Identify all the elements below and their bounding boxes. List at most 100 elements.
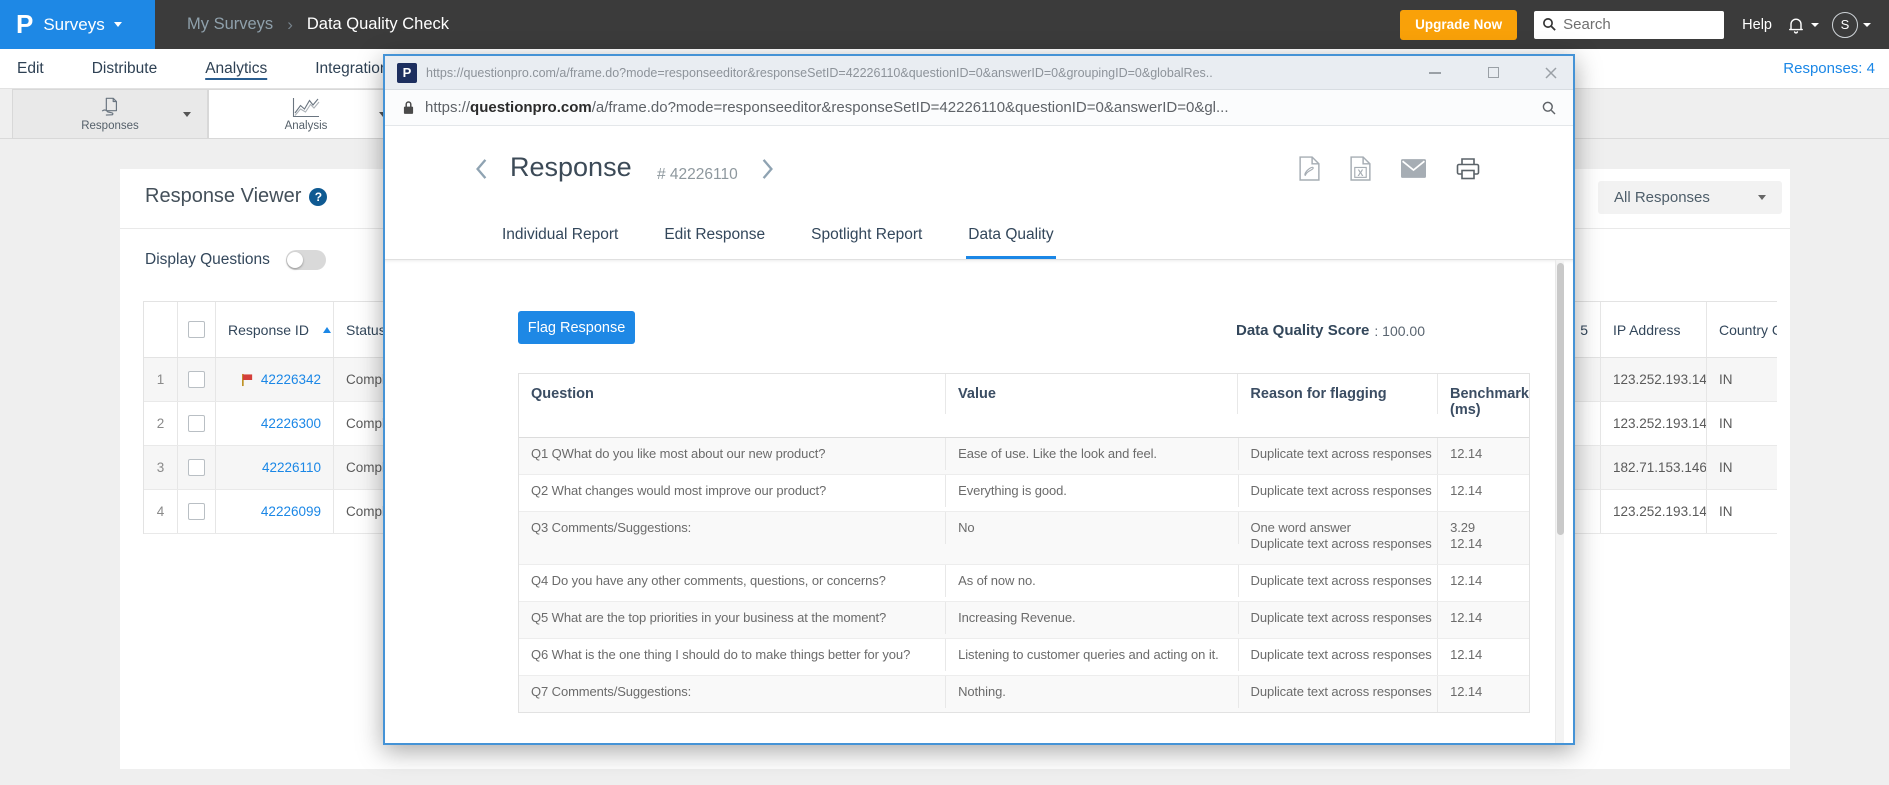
reason-cell: Duplicate text across responses bbox=[1239, 475, 1439, 511]
country-code-cell: IN bbox=[1707, 402, 1777, 445]
quality-table-row: Q2 What changes would most improve our p… bbox=[519, 475, 1529, 512]
scrollbar-thumb[interactable] bbox=[1557, 263, 1564, 535]
survey-nav-tab[interactable]: Analytics bbox=[205, 49, 267, 88]
next-response-button[interactable] bbox=[761, 156, 781, 182]
breadcrumb-current: Data Quality Check bbox=[307, 15, 449, 34]
value-cell: As of now no. bbox=[946, 565, 1238, 597]
survey-nav-tab[interactable]: Edit bbox=[17, 49, 44, 88]
reason-header: Reason for flagging bbox=[1238, 374, 1438, 414]
survey-nav-tab[interactable]: Integration bbox=[315, 49, 388, 88]
sort-asc-icon bbox=[323, 327, 331, 333]
breadcrumb: My Surveys › Data Quality Check bbox=[187, 15, 449, 35]
email-icon[interactable] bbox=[1401, 159, 1426, 178]
data-quality-score: Data Quality Score : 100.00 bbox=[1236, 322, 1425, 339]
previous-response-button[interactable] bbox=[475, 156, 495, 182]
modal-scrollbar[interactable] bbox=[1555, 260, 1564, 743]
value-header: Value bbox=[946, 374, 1238, 414]
responses-table-header-right: 5 IP Address Country Co bbox=[1545, 301, 1777, 358]
value-cell: No bbox=[946, 512, 1238, 544]
row-checkbox[interactable] bbox=[188, 371, 205, 388]
response-id-cell: 42226300 bbox=[216, 402, 334, 445]
account-menu[interactable]: S bbox=[1832, 12, 1871, 38]
response-popup-window: P https://questionpro.com/a/frame.do?mod… bbox=[383, 54, 1575, 745]
chevron-right-icon bbox=[761, 157, 774, 181]
questionpro-logo: P bbox=[16, 9, 33, 40]
responses-filter-dropdown[interactable]: All Responses bbox=[1598, 181, 1782, 214]
breadcrumb-my-surveys[interactable]: My Surveys bbox=[187, 15, 273, 34]
survey-nav-tabs: Edit Distribute Analytics Integration bbox=[17, 49, 388, 88]
country-code-cell: IN bbox=[1707, 358, 1777, 401]
close-button[interactable] bbox=[1543, 65, 1559, 81]
screen: P Surveys My Surveys › Data Quality Chec… bbox=[0, 0, 1889, 785]
score-value: : 100.00 bbox=[1374, 322, 1425, 339]
select-all-checkbox[interactable] bbox=[188, 321, 205, 338]
reason-cell: Duplicate text across responses bbox=[1239, 565, 1439, 601]
value-cell: Increasing Revenue. bbox=[946, 602, 1238, 634]
toggle-knob bbox=[287, 252, 303, 268]
breadcrumb-separator: › bbox=[287, 15, 293, 35]
responses-count[interactable]: Responses: 4 bbox=[1783, 60, 1889, 77]
question-cell: Q4 Do you have any other comments, quest… bbox=[519, 565, 946, 597]
table-row: 123.252.193.148 IN bbox=[1545, 490, 1777, 534]
response-id-cell: 42226110 bbox=[216, 446, 334, 489]
row-checkbox[interactable] bbox=[188, 415, 205, 432]
export-excel-icon[interactable]: X bbox=[1350, 156, 1371, 181]
notifications-menu[interactable] bbox=[1786, 15, 1819, 35]
line-chart-icon bbox=[292, 96, 320, 118]
minimize-button[interactable] bbox=[1427, 65, 1443, 81]
table-row: 123.252.193.148 IN bbox=[1545, 402, 1777, 446]
print-icon[interactable] bbox=[1456, 157, 1480, 180]
product-switcher[interactable]: P Surveys bbox=[0, 0, 155, 49]
row-checkbox-cell bbox=[178, 490, 216, 533]
help-circle-icon[interactable]: ? bbox=[309, 188, 327, 206]
window-title-url: https://questionpro.com/a/frame.do?mode=… bbox=[426, 66, 1385, 80]
row-checkbox[interactable] bbox=[188, 503, 205, 520]
row-checkbox[interactable] bbox=[188, 459, 205, 476]
address-url[interactable]: https://questionpro.com/a/frame.do?mode=… bbox=[425, 99, 1541, 116]
survey-nav-tab[interactable]: Distribute bbox=[92, 49, 157, 88]
response-tab[interactable]: Individual Report bbox=[500, 214, 620, 259]
response-tab[interactable]: Spotlight Report bbox=[809, 214, 924, 259]
global-search[interactable] bbox=[1534, 11, 1724, 39]
toolbar-tile-analysis[interactable]: Analysis bbox=[208, 89, 404, 139]
quality-table-row: Q6 What is the one thing I should do to … bbox=[519, 639, 1529, 676]
response-id-link[interactable]: 42226300 bbox=[261, 416, 321, 431]
toolbar-tile-responses[interactable]: Responses bbox=[12, 89, 208, 139]
response-id-link[interactable]: 42226099 bbox=[261, 504, 321, 519]
row-number: 3 bbox=[144, 446, 178, 489]
maximize-button[interactable] bbox=[1485, 65, 1501, 81]
row-checkbox-cell bbox=[178, 446, 216, 489]
value-cell: Nothing. bbox=[946, 676, 1238, 708]
page-title-row: Response Viewer ? bbox=[145, 185, 327, 208]
country-code-header[interactable]: Country Co bbox=[1707, 302, 1777, 357]
flag-response-button[interactable]: Flag Response bbox=[518, 311, 635, 344]
zoom-search-icon[interactable] bbox=[1541, 100, 1557, 116]
question-cell: Q1 QWhat do you like most about our new … bbox=[519, 438, 946, 470]
ip-address-cell: 123.252.193.148 bbox=[1601, 490, 1707, 533]
display-questions-toggle[interactable] bbox=[286, 250, 326, 270]
tile-label: Responses bbox=[81, 120, 139, 132]
response-tab[interactable]: Data Quality bbox=[966, 214, 1055, 259]
reason-cell: Duplicate text across responses bbox=[1239, 438, 1439, 474]
window-titlebar[interactable]: P https://questionpro.com/a/frame.do?mod… bbox=[385, 56, 1573, 90]
ip-address-header[interactable]: IP Address bbox=[1601, 302, 1707, 357]
close-icon bbox=[1544, 66, 1558, 80]
tile-label: Analysis bbox=[285, 120, 328, 132]
response-id-link[interactable]: 42226342 bbox=[261, 372, 321, 387]
response-id-header[interactable]: Response ID bbox=[216, 302, 334, 357]
responses-table-body-right: 123.252.193.148 IN 123.252.193.148 IN 18… bbox=[1545, 358, 1777, 534]
row-checkbox-cell bbox=[178, 358, 216, 401]
help-link[interactable]: Help bbox=[1742, 17, 1772, 33]
response-id-link[interactable]: 42226110 bbox=[262, 460, 321, 475]
table-row: 182.71.153.146 IN bbox=[1545, 446, 1777, 490]
upgrade-now-button[interactable]: Upgrade Now bbox=[1400, 10, 1517, 40]
export-pdf-icon[interactable] bbox=[1299, 156, 1320, 181]
response-tab[interactable]: Edit Response bbox=[662, 214, 767, 259]
quality-table-row: Q4 Do you have any other comments, quest… bbox=[519, 565, 1529, 602]
question-cell: Q6 What is the one thing I should do to … bbox=[519, 639, 946, 671]
address-bar[interactable]: https://questionpro.com/a/frame.do?mode=… bbox=[385, 90, 1573, 126]
reason-cell: One word answer Duplicate text across re… bbox=[1239, 512, 1439, 564]
topnav-right: Upgrade Now Help S bbox=[1400, 10, 1889, 40]
quality-table-row: Q1 QWhat do you like most about our new … bbox=[519, 438, 1529, 475]
search-input[interactable] bbox=[1563, 16, 1703, 33]
